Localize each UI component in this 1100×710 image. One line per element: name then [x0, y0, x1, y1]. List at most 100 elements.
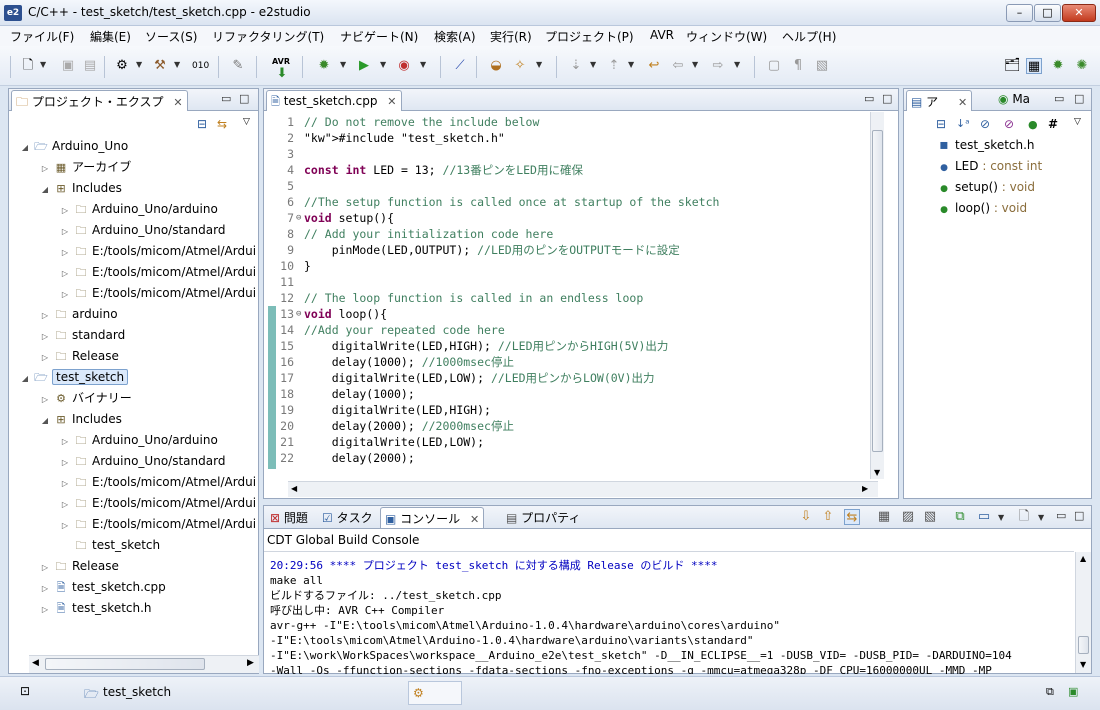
save-icon[interactable]: ▣ [60, 58, 76, 74]
debug-perspective-icon[interactable]: ✹ [1050, 58, 1066, 74]
expanded-arrow-icon[interactable]: ◢ [39, 180, 51, 200]
collapsed-arrow-icon[interactable]: ▷ [39, 159, 51, 179]
expanded-arrow-icon[interactable]: ◢ [19, 369, 31, 389]
tree-item[interactable]: ▷ 🗀 Release [39, 556, 119, 576]
scroll-left-icon[interactable]: ◀ [291, 484, 297, 493]
tree-item[interactable]: ▷ 🗀 E:/tools/micom/Atmel/Ardui [59, 241, 256, 261]
editor-tab[interactable]: 🗎 test_sketch.cpp ✕ [266, 90, 402, 111]
restore-icon[interactable]: ⧉ [1046, 685, 1054, 699]
collapsed-arrow-icon[interactable]: ▷ [59, 201, 71, 221]
external-tools-dropdown-icon[interactable]: ▼ [420, 60, 426, 69]
search-dropdown-icon[interactable]: ▼ [536, 60, 542, 69]
tree-item[interactable]: ▷ 🗎 test_sketch.cpp [39, 577, 166, 597]
collapsed-arrow-icon[interactable]: ▷ [59, 453, 71, 473]
forward-dropdown-icon[interactable]: ▼ [734, 60, 740, 69]
menu-window[interactable]: ウィンドウ(W) [686, 28, 767, 45]
build-config-icon[interactable]: ⚙ [114, 58, 130, 74]
expanded-arrow-icon[interactable]: ◢ [19, 138, 31, 158]
close-icon[interactable]: ✕ [470, 513, 479, 526]
outline-item[interactable]: ● LED : const int [934, 156, 1042, 176]
tree-item[interactable]: ▷ 🗀 E:/tools/micom/Atmel/Ardui [59, 514, 256, 534]
next-annotation-dropdown-icon[interactable]: ▼ [590, 60, 596, 69]
problems-tab[interactable]: ⊠ 問題 [266, 507, 312, 528]
tree-item[interactable]: ▷ 🗎 test_sketch.h [39, 598, 152, 618]
menu-file[interactable]: ファイル(F) [10, 28, 74, 45]
new-icon[interactable]: 🗋 [20, 58, 36, 74]
hide-static-icon[interactable]: ⊘ [1004, 117, 1014, 131]
skip-breakpoints-icon[interactable]: ⟋ [452, 58, 468, 74]
view-menu-icon[interactable]: ▽ [1074, 117, 1081, 127]
trim-stack-icon[interactable]: ▣ [1068, 685, 1078, 698]
tree-item[interactable]: ◢ ⊞ Includes [39, 409, 122, 429]
console-vertical-scrollbar[interactable]: ▲ ▼ [1075, 552, 1091, 673]
tasks-tab[interactable]: ☑ タスク [318, 507, 377, 528]
collapsed-arrow-icon[interactable]: ▷ [39, 348, 51, 368]
link-editor-icon[interactable]: ⇆ [217, 117, 227, 131]
minimize-view-icon[interactable]: ▭ [864, 92, 874, 105]
scroll-right-icon[interactable]: ▶ [247, 658, 254, 668]
build-hammer-icon[interactable]: ⚒ [152, 58, 168, 74]
fold-icon[interactable]: ⊖ [296, 306, 301, 322]
editor-scroll-thumb[interactable] [872, 130, 883, 452]
editor-horizontal-scrollbar[interactable]: ◀ ▶ [288, 481, 878, 497]
next-annotation-icon[interactable]: ⇣ [568, 58, 584, 74]
cpp-perspective-icon[interactable]: ▦ [1026, 58, 1042, 74]
outline-item[interactable]: ● loop() : void [934, 198, 1027, 218]
tree-item[interactable]: ▷ 🗀 E:/tools/micom/Atmel/Ardui [59, 262, 256, 282]
menu-refactor[interactable]: リファクタリング(T) [212, 28, 324, 45]
collapsed-arrow-icon[interactable]: ▷ [39, 600, 51, 620]
prev-annotation-dropdown-icon[interactable]: ▼ [628, 60, 634, 69]
maximize-view-icon[interactable]: □ [239, 92, 249, 105]
search-icon[interactable]: ✧ [512, 58, 528, 74]
minimize-view-icon[interactable]: ▭ [1054, 92, 1064, 105]
scroll-up-icon[interactable]: ▲ [1080, 554, 1086, 563]
clear-console-icon[interactable]: ▦ [876, 509, 892, 525]
hide-nonpublic-icon[interactable]: ● [1028, 118, 1038, 131]
scroll-down-icon[interactable]: ▼ [874, 468, 880, 477]
tree-item[interactable]: ▷ ⚙ バイナリー [39, 388, 132, 408]
tool-icon[interactable]: ✎ [230, 58, 246, 74]
minimize-button[interactable]: – [1006, 4, 1033, 22]
avr-upload-arrow-icon[interactable]: ⬇ [274, 66, 290, 82]
progress-icon[interactable]: ⚙ [413, 686, 424, 700]
close-button[interactable]: ✕ [1062, 4, 1096, 22]
binary-icon[interactable]: 010 [192, 58, 209, 74]
menu-avr[interactable]: AVR [650, 28, 674, 42]
minimize-view-icon[interactable]: ▭ [1056, 509, 1066, 522]
tree-item[interactable]: 🗀 test_sketch [59, 535, 161, 555]
run-icon[interactable]: ▶ [356, 58, 372, 74]
forward-icon[interactable]: ⇨ [710, 58, 726, 74]
last-edit-icon[interactable]: ↩ [646, 58, 662, 74]
outline-tab[interactable]: ▤ ア ✕ [906, 90, 973, 111]
tree-item[interactable]: ◢ ⊞ Includes [39, 178, 122, 198]
collapsed-arrow-icon[interactable]: ▷ [59, 474, 71, 494]
make-target-tab[interactable]: ◉ Ma [994, 90, 1034, 111]
collapsed-arrow-icon[interactable]: ▷ [59, 243, 71, 263]
horizontal-scrollbar[interactable]: ◀ ▶ [29, 655, 259, 673]
collapsed-arrow-icon[interactable]: ▷ [59, 516, 71, 536]
tree-item[interactable]: ▷ 🗀 E:/tools/micom/Atmel/Ardui [59, 472, 256, 492]
scroll-lock-icon[interactable]: ⇆ [844, 509, 860, 525]
collapse-all-icon[interactable]: ⊟ [936, 117, 946, 131]
block-selection-icon[interactable]: ▧ [814, 58, 830, 74]
collapsed-arrow-icon[interactable]: ▷ [59, 495, 71, 515]
properties-tab[interactable]: ▤ プロパティ [502, 507, 584, 528]
collapsed-arrow-icon[interactable]: ▷ [39, 579, 51, 599]
tree-item[interactable]: ▷ 🗀 standard [39, 325, 125, 345]
save-all-icon[interactable]: ▤ [82, 58, 98, 74]
minimize-view-icon[interactable]: ▭ [221, 92, 231, 105]
outline-item[interactable]: ▪ test_sketch.h [934, 135, 1034, 155]
new-dropdown-icon[interactable]: ▼ [40, 60, 46, 69]
menu-navigate[interactable]: ナビゲート(N) [340, 28, 418, 45]
scroll-right-icon[interactable]: ▶ [862, 484, 868, 493]
menu-help[interactable]: ヘルプ(H) [782, 28, 836, 45]
console-output[interactable]: 20:29:56 **** プロジェクト test_sketch に対する構成 … [267, 554, 1073, 674]
menu-project[interactable]: プロジェクト(P) [545, 28, 634, 45]
editor-vertical-scrollbar[interactable]: ▼ [870, 112, 884, 479]
project-explorer-tab[interactable]: 🗀 プロジェクト・エクスプ ✕ [11, 90, 188, 111]
open-console-icon[interactable]: ⧉ [952, 509, 968, 525]
display-console-dropdown-icon[interactable]: ▼ [998, 513, 1004, 522]
view-menu-icon[interactable]: ▽ [243, 117, 250, 127]
collapsed-arrow-icon[interactable]: ▷ [59, 264, 71, 284]
tree-item[interactable]: ▷ 🗀 Arduino_Uno/arduino [59, 430, 218, 450]
